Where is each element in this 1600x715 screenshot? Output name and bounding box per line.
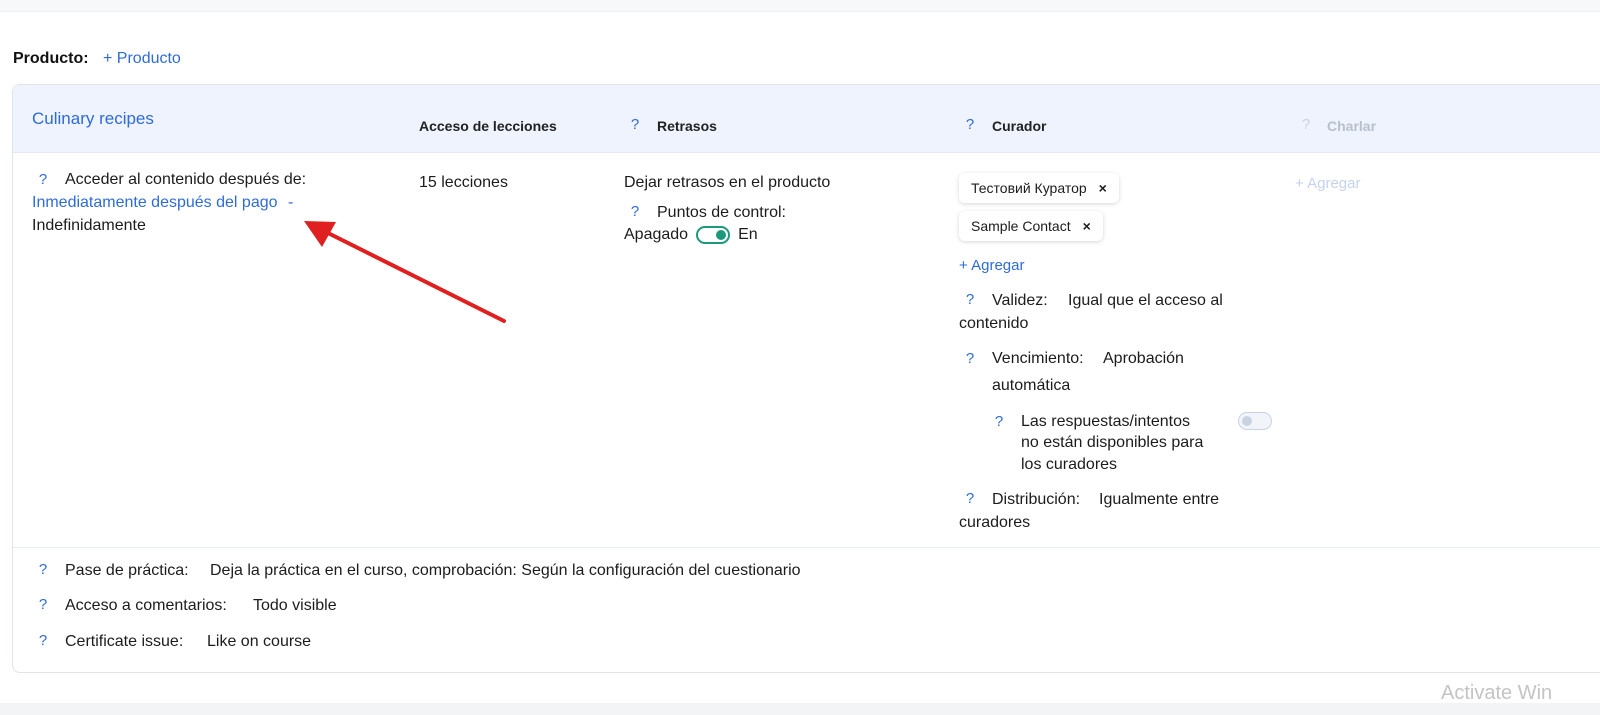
column-header-curator: Curador (992, 118, 1047, 134)
answers-help-icon[interactable]: ? (991, 413, 1007, 430)
column-header-delays: Retrasos (657, 118, 717, 134)
practice-label: Pase de práctica: (65, 562, 189, 579)
toggle-knob (716, 230, 727, 240)
validity-value-cont[interactable]: contenido (959, 315, 1028, 333)
column-header-chat: Charlar (1327, 118, 1377, 134)
curator-chip: Тестовий Куратор × (959, 173, 1119, 203)
expiry-value-cont[interactable]: automática (992, 377, 1070, 395)
access-content-help-icon[interactable]: ? (35, 171, 51, 188)
expiry-value[interactable]: Aprobación (1103, 350, 1184, 368)
chat-add-link[interactable]: + Agregar (1295, 175, 1360, 192)
access-content-value: Inmediatamente después del pago - (32, 194, 293, 212)
access-end-link[interactable]: Indefinidamente (32, 217, 146, 235)
add-curator-link[interactable]: + Agregar (959, 257, 1024, 274)
comments-label: Acceso a comentarios: (65, 597, 227, 614)
comments-help-icon[interactable]: ? (35, 596, 51, 613)
validity-label: Validez: (992, 292, 1048, 309)
answers-text-line: los curadores (1021, 456, 1118, 473)
answers-text-line: no están disponibles para (1021, 434, 1204, 451)
answers-text-line: Las respuestas/intentos (1021, 413, 1190, 430)
checkpoints-label: Puntos de control: (657, 204, 786, 221)
access-start-link[interactable]: Inmediatamente después del pago (32, 194, 278, 211)
activate-windows-watermark: Activate Win (1441, 682, 1553, 704)
comments-value[interactable]: Todo visible (253, 597, 337, 615)
column-header-access: Acceso de lecciones (419, 118, 557, 134)
practice-value[interactable]: Deja la práctica en el curso, comprobaci… (210, 562, 801, 580)
access-content-label: Acceder al contenido después de: (65, 171, 307, 188)
distribution-value-cont[interactable]: curadores (959, 514, 1030, 532)
lessons-link[interactable]: 15 lecciones (419, 174, 508, 192)
certificate-value[interactable]: Like on course (207, 633, 311, 651)
card-divider (13, 547, 1600, 548)
curator-chip: Sample Contact × (959, 211, 1103, 241)
toggle-off-label: Apagado (624, 226, 689, 244)
curator-chip-label: Тестовий Куратор (971, 180, 1087, 196)
validity-help-icon[interactable]: ? (962, 291, 978, 308)
certificate-help-icon[interactable]: ? (35, 632, 51, 649)
certificate-label: Certificate issue: (65, 633, 184, 650)
add-product-link[interactable]: + Producto (103, 50, 181, 67)
curator-chip-label: Sample Contact (971, 218, 1071, 234)
expiry-help-icon[interactable]: ? (962, 350, 978, 367)
practice-help-icon[interactable]: ? (35, 561, 51, 578)
course-access-card: Culinary recipes Acceso de lecciones ? R… (12, 84, 1600, 673)
toggle-knob (1242, 416, 1252, 426)
validity-value[interactable]: Igual que el acceso al (1068, 292, 1223, 310)
bottom-bar (0, 703, 1600, 715)
distribution-help-icon[interactable]: ? (962, 490, 978, 507)
distribution-label: Distribución: (992, 491, 1081, 508)
delays-link[interactable]: Dejar retrasos en el producto (624, 174, 830, 192)
remove-curator-icon[interactable]: × (1099, 180, 1107, 196)
product-row: Producto: + Producto (13, 50, 181, 68)
checkpoints-toggle-row: Apagado En (624, 226, 758, 244)
curator-help-icon[interactable]: ? (962, 116, 978, 133)
product-label: Producto: (13, 50, 89, 67)
checkpoints-help-icon[interactable]: ? (627, 203, 643, 220)
remove-curator-icon[interactable]: × (1083, 218, 1091, 234)
access-separator: - (287, 194, 294, 211)
expiry-label: Vencimiento: (992, 350, 1084, 367)
distribution-value[interactable]: Igualmente entre (1099, 491, 1219, 509)
top-bar (0, 0, 1600, 12)
checkpoints-toggle[interactable] (696, 226, 731, 244)
delays-help-icon[interactable]: ? (627, 116, 643, 133)
chat-help-icon[interactable]: ? (1298, 116, 1314, 133)
toggle-on-label: En (738, 226, 758, 244)
answers-toggle[interactable] (1238, 412, 1272, 430)
course-title-link[interactable]: Culinary recipes (32, 109, 154, 129)
